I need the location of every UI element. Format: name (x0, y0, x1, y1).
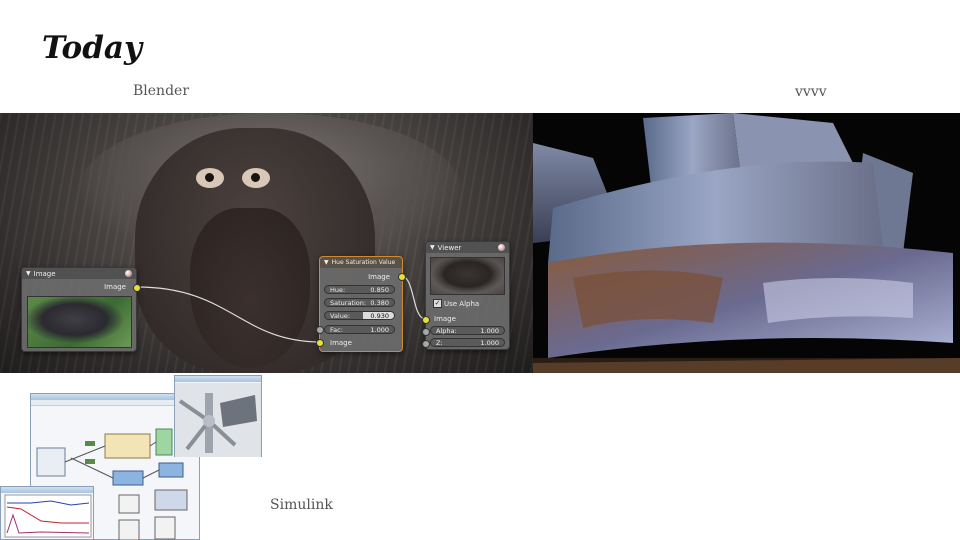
z-value: 1.000 (480, 338, 499, 347)
image-output-socket[interactable] (133, 284, 141, 292)
image-node-thumbnail (27, 296, 132, 348)
alpha-label: Alpha: (436, 326, 457, 335)
alpha-field[interactable]: Alpha: 1.000 (430, 326, 505, 335)
saturation-value: 0.380 (370, 298, 389, 307)
simulink-screenshot (0, 373, 262, 540)
hue-value: 0.850 (370, 285, 389, 294)
simulink-scope-window (0, 486, 94, 540)
value-field[interactable]: Value: 0.930 (324, 311, 395, 320)
hsv-image-input-socket[interactable] (316, 339, 324, 347)
value-label: Value: (330, 311, 351, 320)
viewer-z-input-socket[interactable] (422, 340, 430, 348)
hue-field[interactable]: Hue: 0.850 (324, 285, 395, 294)
value-value: 0.930 (370, 311, 389, 320)
hue-label: Hue: (330, 285, 346, 294)
fac-field[interactable]: Fac: 1.000 (324, 325, 395, 334)
hsv-output-label: Image (368, 273, 390, 281)
caption-vvvv: vvvv (795, 84, 827, 100)
vvvv-screenshot (533, 113, 960, 373)
viewer-node[interactable]: ▼ Viewer ✓ Use Alpha Image Alpha: 1.000 … (425, 241, 510, 350)
caption-simulink: Simulink (270, 497, 333, 513)
collapse-triangle-icon[interactable]: ▼ (26, 270, 31, 277)
viewer-image-label: Image (434, 315, 456, 323)
image-node[interactable]: ▼ Image Image (21, 267, 137, 352)
hsv-node[interactable]: ▼ Hue Saturation Value Image Hue: 0.850 … (319, 256, 403, 352)
fac-value: 1.000 (370, 325, 389, 334)
projection-mapped-building (533, 113, 960, 373)
scope-plot (4, 494, 92, 538)
viewer-image-input-socket[interactable] (422, 316, 430, 324)
image-node-title: Image (33, 269, 56, 278)
viewer-node-title: Viewer (437, 243, 462, 252)
preview-sphere-icon[interactable] (498, 244, 505, 251)
hsv-output-socket[interactable] (398, 273, 406, 281)
fac-input-socket[interactable] (316, 326, 324, 334)
alpha-value: 1.000 (480, 326, 499, 335)
blender-screenshot: ▼ Image Image ▼ Hue Saturation Value Ima… (0, 113, 533, 373)
z-field[interactable]: Z: 1.000 (430, 338, 505, 347)
fac-label: Fac: (330, 325, 343, 334)
image-node-output-label: Image (104, 283, 126, 291)
saturation-label: Saturation: (330, 298, 367, 307)
preview-sphere-icon[interactable] (125, 270, 132, 277)
simulink-3d-window (174, 375, 262, 457)
viewer-thumbnail (430, 257, 505, 295)
use-alpha-checkbox[interactable]: ✓ (433, 299, 442, 308)
collapse-triangle-icon[interactable]: ▼ (430, 244, 435, 251)
hsv-input-label: Image (330, 339, 352, 347)
slide-title: Today (42, 30, 142, 66)
viewer-alpha-input-socket[interactable] (422, 328, 430, 336)
use-alpha-label: Use Alpha (444, 300, 480, 308)
caption-blender: Blender (133, 83, 190, 99)
z-label: Z: (436, 338, 443, 347)
wind-turbine-3d-view (175, 383, 261, 457)
collapse-triangle-icon[interactable]: ▼ (324, 259, 329, 266)
saturation-field[interactable]: Saturation: 0.380 (324, 298, 395, 307)
hsv-node-title: Hue Saturation Value (331, 259, 396, 266)
